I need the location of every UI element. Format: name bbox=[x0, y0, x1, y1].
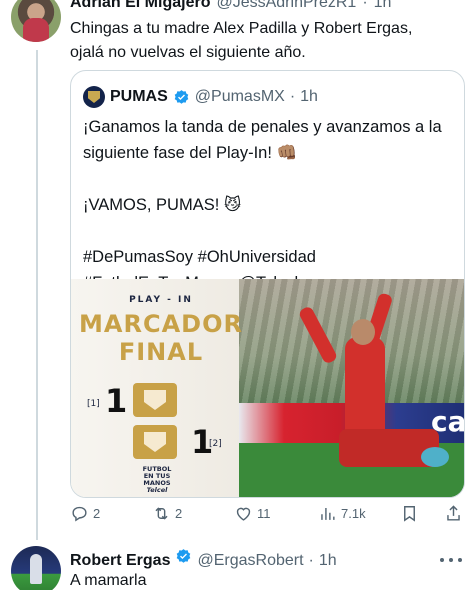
verified-badge-icon bbox=[174, 89, 189, 104]
team1-penalties: [1] bbox=[87, 399, 100, 409]
quoted-tweet-card[interactable]: PUMAS @PumasMX · 1h ¡Ganamos la tanda de… bbox=[70, 70, 465, 498]
view-count: 7.1k bbox=[341, 506, 366, 521]
quoted-author-name: PUMAS bbox=[110, 88, 168, 105]
brand-logo: FUTBOL EN TUS MANOS Telcel bbox=[139, 466, 175, 494]
author-name[interactable]: Adrián El Migajero bbox=[70, 0, 210, 12]
timestamp[interactable]: 1h bbox=[374, 0, 392, 12]
like-count: 11 bbox=[257, 506, 271, 521]
separator-dot: · bbox=[362, 0, 368, 11]
retweet-icon bbox=[155, 507, 168, 520]
tweet-media-image[interactable]: ca PLAY - IN MARCADOR FINAL [1] 1 1 [2] … bbox=[71, 279, 464, 497]
tweet-text-line: ojalá no vuelvas el siguiente año. bbox=[70, 44, 306, 61]
heading-marcador: MARCADOR bbox=[79, 310, 243, 338]
quoted-timestamp: 1h bbox=[300, 88, 318, 105]
views-button[interactable]: 7.1k bbox=[318, 504, 366, 523]
stage-label: PLAY - IN bbox=[129, 295, 193, 305]
quoted-tweet-text: ¡Ganamos la tanda de penales y avanzamos… bbox=[83, 114, 455, 296]
views-chart-icon bbox=[321, 507, 335, 520]
quoted-author-handle: @PumasMX bbox=[194, 88, 285, 105]
team2-crest-icon bbox=[133, 425, 177, 459]
retweet-count: 2 bbox=[175, 506, 183, 521]
share-icon bbox=[447, 505, 460, 521]
quoted-paragraph: ¡Ganamos la tanda de penales y avanzamos… bbox=[83, 118, 442, 162]
tweet-action-bar: 2 2 11 7.1k bbox=[70, 504, 465, 528]
thread-connector-line bbox=[36, 50, 38, 540]
brand-line: Telcel bbox=[146, 486, 168, 494]
tweet-text-line: Chingas a tu madre Alex Padilla y Robert… bbox=[70, 20, 413, 37]
quoted-tweet-header: PUMAS @PumasMX · 1h bbox=[83, 86, 318, 108]
team2-penalties: [2] bbox=[209, 439, 222, 449]
tweet-text: A mamarla bbox=[70, 572, 147, 589]
separator-dot: · bbox=[308, 552, 314, 569]
share-button[interactable] bbox=[444, 504, 463, 523]
tweet-header: Robert Ergas @ErgasRobert · 1h bbox=[70, 548, 337, 570]
avatar[interactable] bbox=[11, 546, 61, 590]
separator-dot: · bbox=[289, 88, 296, 105]
author-name[interactable]: Robert Ergas bbox=[70, 552, 170, 570]
more-options-icon[interactable] bbox=[440, 553, 462, 567]
verified-badge-icon bbox=[177, 549, 191, 563]
quoted-paragraph: ¡VAMOS, PUMAS! 😼 bbox=[83, 196, 242, 214]
tweet-text: Chingas a tu madre Alex Padilla y Robert… bbox=[70, 17, 460, 65]
avatar[interactable] bbox=[11, 0, 61, 42]
keeper-boot bbox=[421, 447, 449, 467]
bookmark-button[interactable] bbox=[400, 504, 419, 523]
team1-score: 1 bbox=[105, 382, 128, 420]
timestamp[interactable]: 1h bbox=[319, 552, 337, 570]
reply-button[interactable]: 2 bbox=[70, 504, 100, 523]
keeper-head bbox=[351, 319, 375, 345]
reply-icon bbox=[72, 506, 87, 522]
retweet-button[interactable]: 2 bbox=[152, 504, 182, 523]
heart-icon bbox=[236, 507, 251, 521]
team1-crest-icon bbox=[133, 383, 177, 417]
heading-final: FINAL bbox=[118, 338, 204, 366]
reply-count: 2 bbox=[93, 506, 101, 521]
like-button[interactable]: 11 bbox=[234, 504, 271, 523]
author-handle[interactable]: @JessAdrinPrezR1 bbox=[216, 0, 356, 12]
author-handle[interactable]: @ErgasRobert bbox=[197, 552, 303, 570]
bookmark-icon bbox=[404, 506, 415, 522]
pumas-avatar bbox=[83, 86, 105, 108]
hashtag-line[interactable]: #DePumasSoy #OhUniversidad bbox=[83, 244, 455, 270]
tweet-header: Adrián El Migajero @JessAdrinPrezR1 · 1h bbox=[70, 0, 391, 12]
